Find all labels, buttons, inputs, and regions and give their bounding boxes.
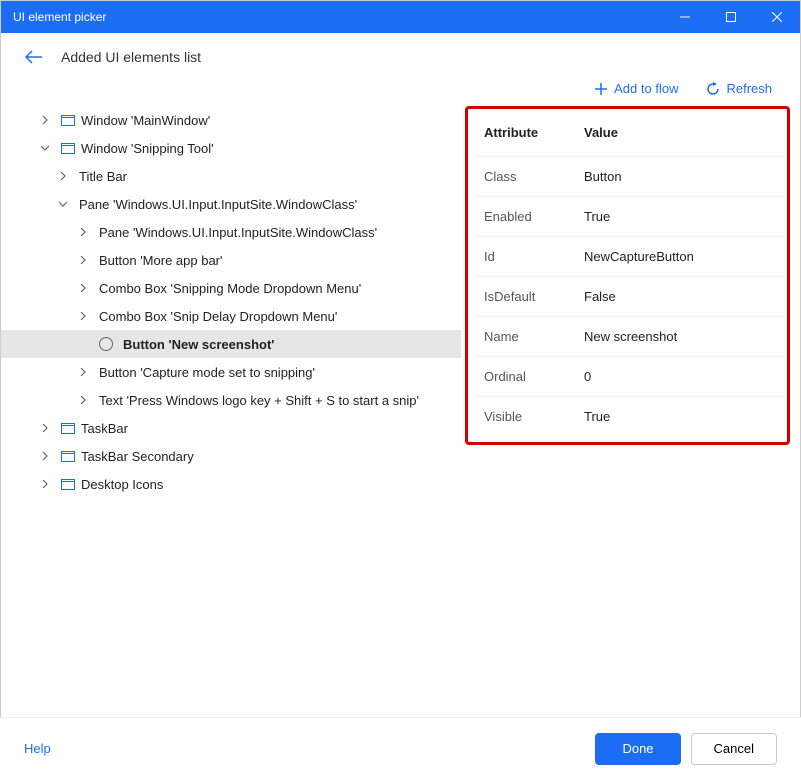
window-icon xyxy=(61,423,75,434)
property-value: True xyxy=(578,397,783,437)
tree-item[interactable]: Button 'More app bar' xyxy=(1,246,461,274)
tree-item[interactable]: Desktop Icons xyxy=(1,470,461,498)
col-value: Value xyxy=(578,115,783,157)
window-icon xyxy=(61,143,75,154)
tree-item[interactable]: Pane 'Windows.UI.Input.InputSite.WindowC… xyxy=(1,218,461,246)
done-button[interactable]: Done xyxy=(595,733,680,765)
property-name: Id xyxy=(478,237,578,277)
properties-panel: Attribute Value ClassButtonEnabledTrueId… xyxy=(465,106,790,445)
refresh-label: Refresh xyxy=(726,81,772,96)
window-icon xyxy=(61,451,75,462)
property-value: NewCaptureButton xyxy=(578,237,783,277)
tree-item-label: Pane 'Windows.UI.Input.InputSite.WindowC… xyxy=(79,197,357,212)
chevron-right-icon[interactable] xyxy=(79,368,93,376)
window-icon xyxy=(61,115,75,126)
window-title: UI element picker xyxy=(13,10,106,24)
maximize-button[interactable] xyxy=(708,1,754,33)
tree-view[interactable]: Window 'MainWindow' Window 'Snipping Tool… xyxy=(1,106,461,703)
property-value: 0 xyxy=(578,357,783,397)
property-name: Enabled xyxy=(478,197,578,237)
property-row: EnabledTrue xyxy=(478,197,783,237)
tree-item-label: Text 'Press Windows logo key + Shift + S… xyxy=(99,393,419,408)
toolbar: Add to flow Refresh xyxy=(1,77,800,106)
tree-item[interactable]: Pane 'Windows.UI.Input.InputSite.WindowC… xyxy=(1,190,461,218)
radio-icon[interactable] xyxy=(99,337,113,351)
property-row: IsDefaultFalse xyxy=(478,277,783,317)
footer: Help Done Cancel xyxy=(0,717,801,779)
titlebar: UI element picker xyxy=(1,1,800,33)
property-name: Visible xyxy=(478,397,578,437)
minimize-button[interactable] xyxy=(662,1,708,33)
property-name: Name xyxy=(478,317,578,357)
refresh-button[interactable]: Refresh xyxy=(706,81,772,96)
chevron-down-icon[interactable] xyxy=(59,200,73,208)
chevron-right-icon[interactable] xyxy=(41,116,55,124)
window-icon xyxy=(61,479,75,490)
property-value: False xyxy=(578,277,783,317)
add-to-flow-button[interactable]: Add to flow xyxy=(594,81,678,96)
plus-icon xyxy=(594,82,608,96)
property-name: Class xyxy=(478,157,578,197)
chevron-right-icon[interactable] xyxy=(79,396,93,404)
tree-item-label: Combo Box 'Snipping Mode Dropdown Menu' xyxy=(99,281,361,296)
page-title: Added UI elements list xyxy=(61,49,201,65)
tree-item-label: Button 'New screenshot' xyxy=(123,337,274,352)
tree-item[interactable]: Title Bar xyxy=(1,162,461,190)
property-row: IdNewCaptureButton xyxy=(478,237,783,277)
tree-item-label: Desktop Icons xyxy=(81,477,163,492)
tree-item-label: Window 'MainWindow' xyxy=(81,113,210,128)
tree-item[interactable]: TaskBar xyxy=(1,414,461,442)
chevron-right-icon[interactable] xyxy=(59,172,73,180)
col-attribute: Attribute xyxy=(478,115,578,157)
tree-item-label: Window 'Snipping Tool' xyxy=(81,141,214,156)
help-link[interactable]: Help xyxy=(24,741,51,756)
tree-item[interactable]: Text 'Press Windows logo key + Shift + S… xyxy=(1,386,461,414)
back-arrow-icon[interactable] xyxy=(25,50,43,64)
chevron-right-icon[interactable] xyxy=(79,284,93,292)
close-button[interactable] xyxy=(754,1,800,33)
tree-item-label: Button 'Capture mode set to snipping' xyxy=(99,365,315,380)
property-row: Ordinal0 xyxy=(478,357,783,397)
tree-item[interactable]: Window 'MainWindow' xyxy=(1,106,461,134)
tree-item-label: Button 'More app bar' xyxy=(99,253,222,268)
property-name: Ordinal xyxy=(478,357,578,397)
tree-item-label: Title Bar xyxy=(79,169,127,184)
property-row: NameNew screenshot xyxy=(478,317,783,357)
chevron-right-icon[interactable] xyxy=(79,312,93,320)
chevron-right-icon[interactable] xyxy=(41,452,55,460)
tree-item[interactable]: Combo Box 'Snip Delay Dropdown Menu' xyxy=(1,302,461,330)
chevron-right-icon[interactable] xyxy=(41,480,55,488)
property-name: IsDefault xyxy=(478,277,578,317)
property-value: New screenshot xyxy=(578,317,783,357)
chevron-right-icon[interactable] xyxy=(41,424,55,432)
tree-item[interactable]: Button 'New screenshot' xyxy=(1,330,461,358)
chevron-right-icon[interactable] xyxy=(79,256,93,264)
chevron-down-icon[interactable] xyxy=(41,144,55,152)
chevron-right-icon[interactable] xyxy=(79,228,93,236)
properties-table: Attribute Value ClassButtonEnabledTrueId… xyxy=(478,115,783,436)
tree-item-label: TaskBar Secondary xyxy=(81,449,194,464)
property-value: Button xyxy=(578,157,783,197)
tree-item[interactable]: Combo Box 'Snipping Mode Dropdown Menu' xyxy=(1,274,461,302)
tree-item[interactable]: Button 'Capture mode set to snipping' xyxy=(1,358,461,386)
property-row: VisibleTrue xyxy=(478,397,783,437)
add-to-flow-label: Add to flow xyxy=(614,81,678,96)
property-value: True xyxy=(578,197,783,237)
tree-item-label: Pane 'Windows.UI.Input.InputSite.WindowC… xyxy=(99,225,377,240)
refresh-icon xyxy=(706,82,720,96)
cancel-button[interactable]: Cancel xyxy=(691,733,777,765)
property-row: ClassButton xyxy=(478,157,783,197)
tree-item-label: TaskBar xyxy=(81,421,128,436)
subheader: Added UI elements list xyxy=(1,33,800,77)
tree-item-label: Combo Box 'Snip Delay Dropdown Menu' xyxy=(99,309,337,324)
tree-item[interactable]: Window 'Snipping Tool' xyxy=(1,134,461,162)
tree-item[interactable]: TaskBar Secondary xyxy=(1,442,461,470)
